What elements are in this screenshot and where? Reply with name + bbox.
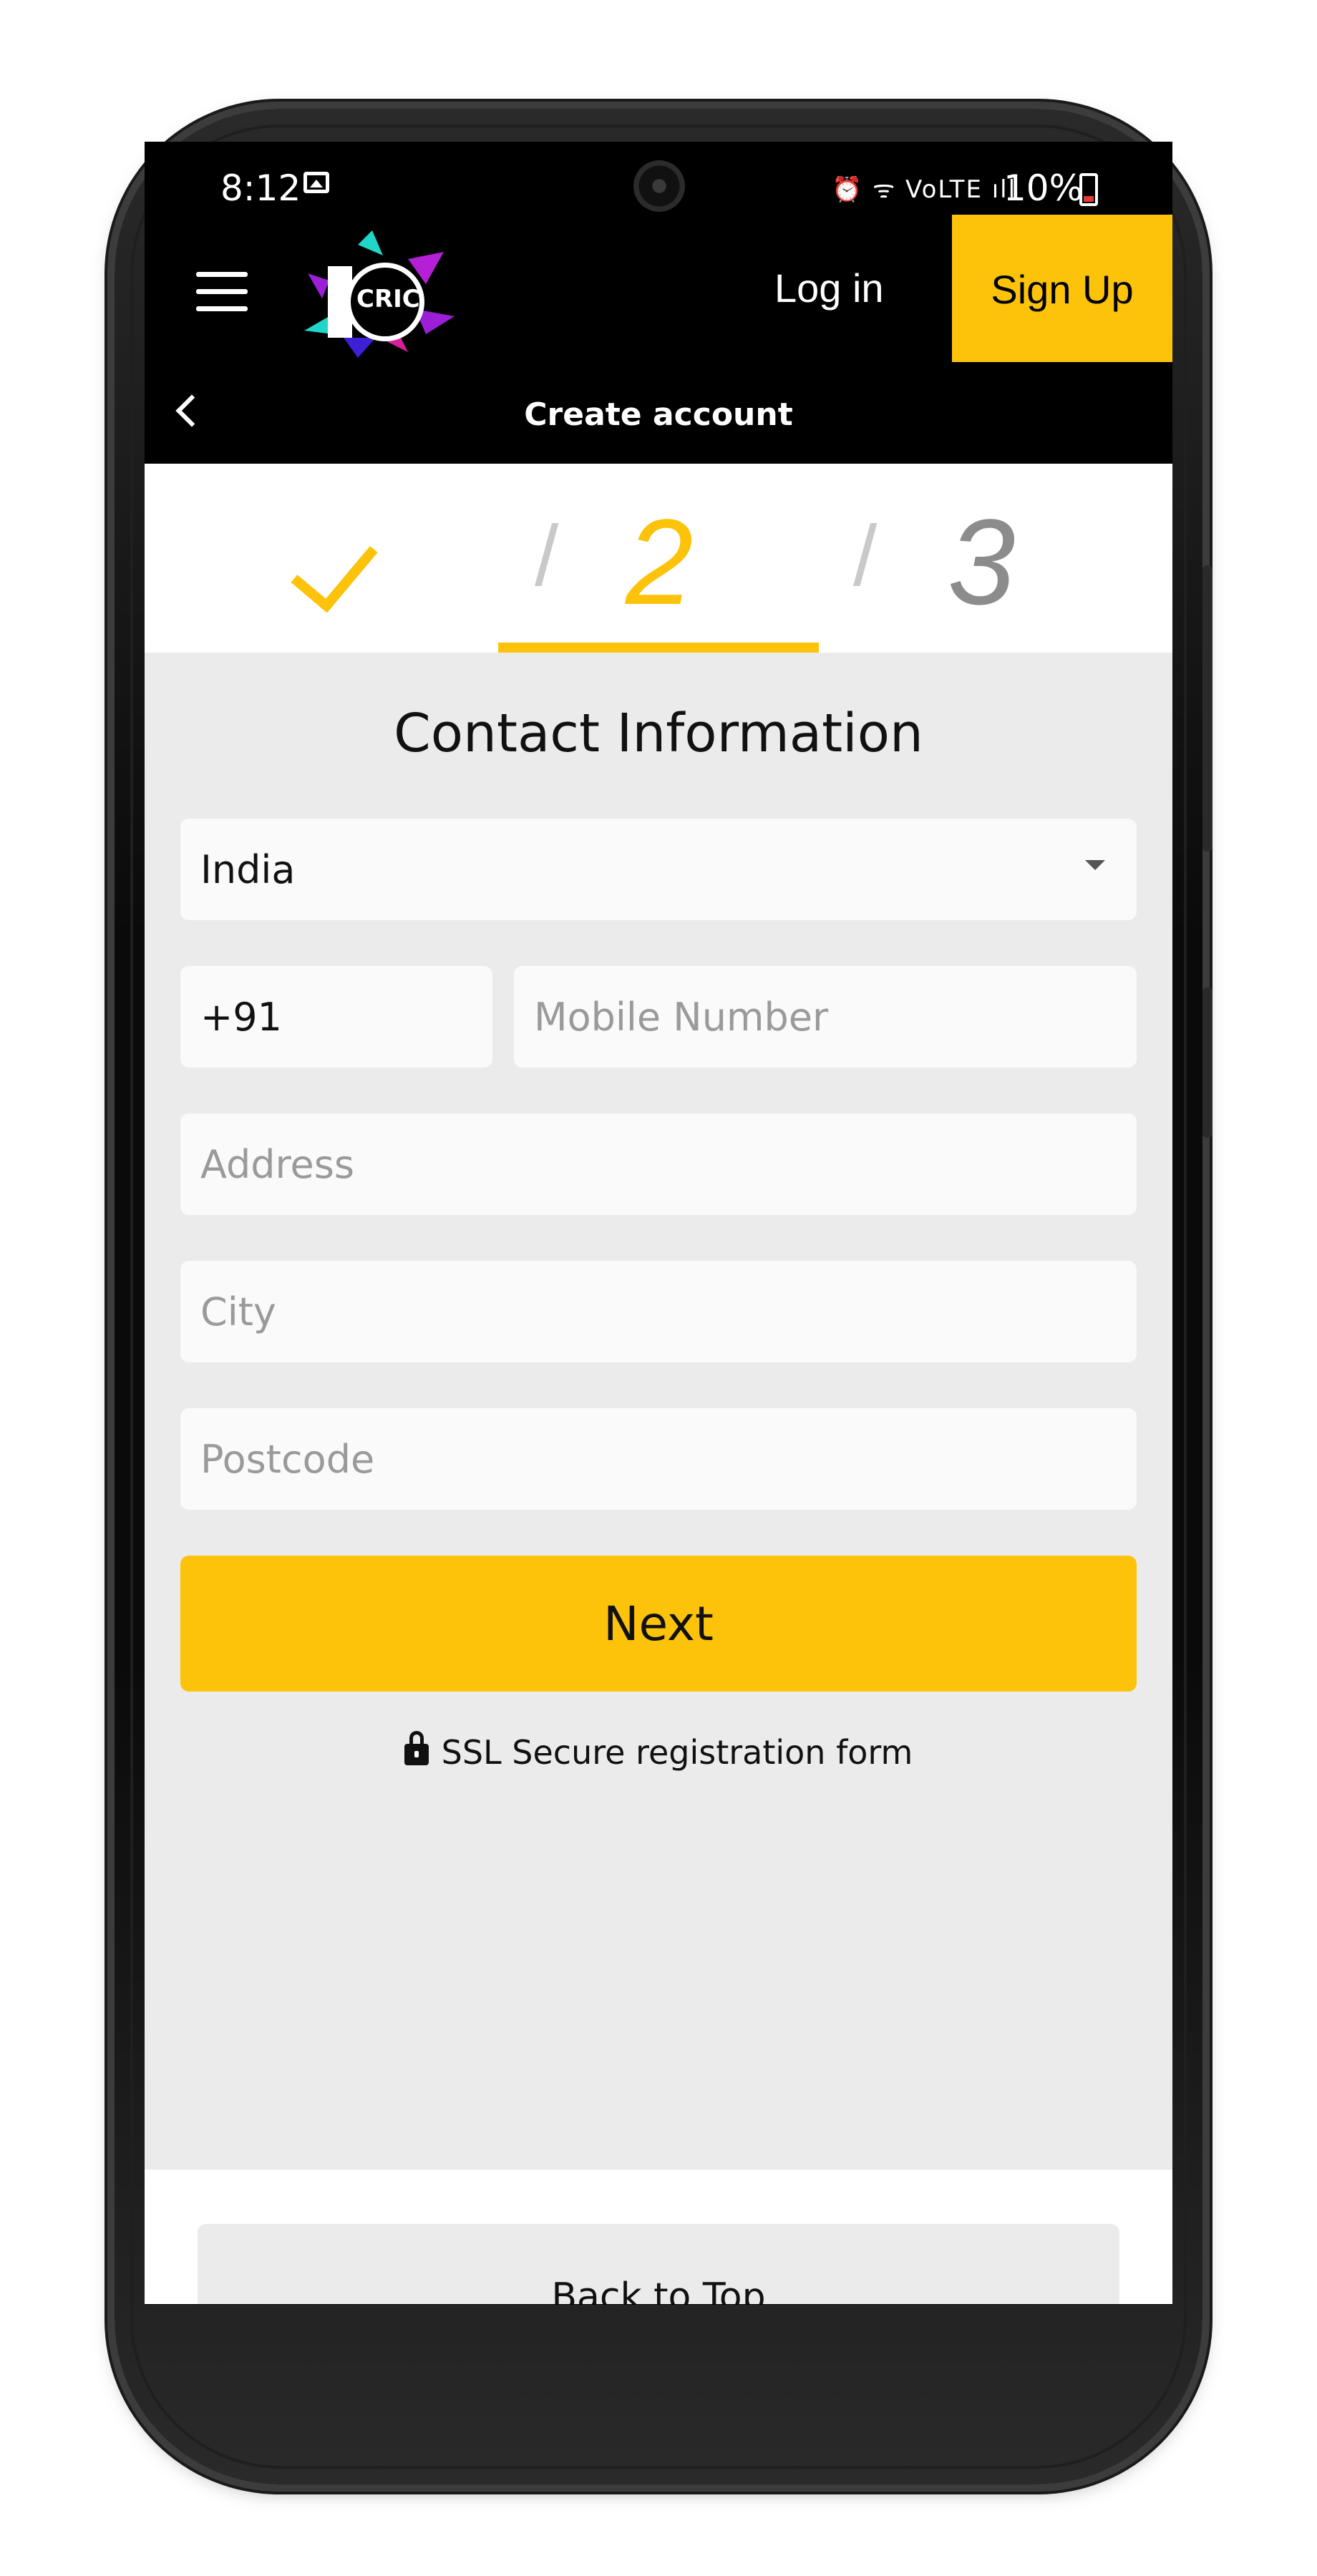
battery-percent: 10% bbox=[1003, 167, 1084, 209]
brand-logo[interactable]: CRIC bbox=[301, 230, 458, 359]
hamburger-menu-icon[interactable] bbox=[196, 272, 248, 311]
country-value: India bbox=[200, 847, 296, 892]
system-status-icons: ⏰ ᯤ VoLTE ıll bbox=[832, 175, 1017, 204]
ssl-text: SSL Secure registration form bbox=[441, 1733, 913, 1772]
ssl-notice: SSL Secure registration form bbox=[145, 1731, 1172, 1772]
back-to-top-button[interactable]: Back to Top bbox=[198, 2224, 1119, 2305]
step-3-pending: 3 bbox=[948, 494, 1016, 630]
signup-button[interactable]: Sign Up bbox=[952, 215, 1172, 364]
image-notification-icon bbox=[303, 172, 329, 193]
power-button bbox=[1202, 987, 1212, 1138]
front-camera bbox=[633, 160, 685, 212]
status-time: 8:12 bbox=[220, 167, 301, 209]
phone-screen: 8:12 ⏰ ᯤ VoLTE ıll 10% CRIC Log in Sign … bbox=[145, 142, 1172, 2305]
android-nav-bar bbox=[145, 2304, 1172, 2305]
city-input[interactable]: City bbox=[180, 1261, 1137, 1362]
country-select[interactable]: India bbox=[180, 819, 1137, 920]
form-title: Contact Information bbox=[394, 703, 923, 764]
phone-prefix-field[interactable]: +91 bbox=[180, 966, 492, 1068]
step-1-complete-check-icon bbox=[291, 522, 378, 613]
battery-icon bbox=[1079, 173, 1098, 206]
step-indicator: / 2 / 3 bbox=[145, 464, 1172, 653]
postcode-input[interactable]: Postcode bbox=[180, 1408, 1137, 1510]
mobile-number-input[interactable]: Mobile Number bbox=[514, 966, 1137, 1068]
lock-icon bbox=[404, 1731, 429, 1765]
app-header: CRIC Log in Sign Up bbox=[145, 215, 1172, 364]
step-separator: / bbox=[535, 508, 559, 604]
step-2-active: 2 bbox=[626, 494, 694, 630]
volume-button bbox=[1202, 565, 1212, 852]
step-separator: / bbox=[853, 508, 878, 604]
address-input[interactable]: Address bbox=[180, 1113, 1137, 1215]
contact-form: Contact Information India +91 Mobile Num… bbox=[145, 653, 1172, 2170]
login-link[interactable]: Log in bbox=[774, 265, 884, 311]
next-button[interactable]: Next bbox=[180, 1556, 1137, 1692]
logo-text: CRIC bbox=[356, 285, 420, 313]
create-account-bar: Create account bbox=[145, 362, 1172, 464]
page-footer: Back to Top bbox=[145, 2170, 1172, 2305]
page-title: Create account bbox=[524, 396, 793, 433]
status-bar: 8:12 ⏰ ᯤ VoLTE ıll 10% bbox=[145, 142, 1172, 215]
dropdown-caret-icon bbox=[1085, 860, 1105, 870]
active-step-underline bbox=[498, 643, 819, 653]
